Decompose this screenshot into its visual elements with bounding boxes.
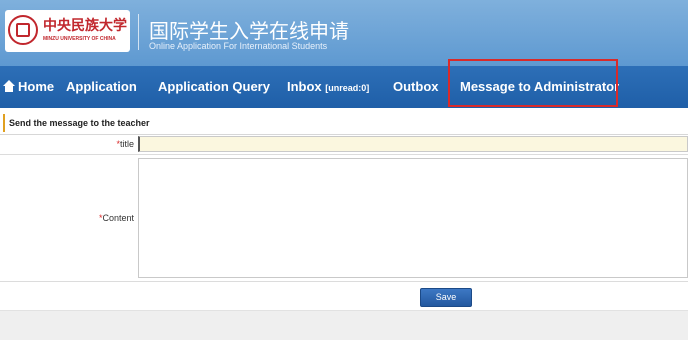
logo-chinese-name: 中央民族大学: [43, 18, 127, 34]
section-title: Send the message to the teacher: [3, 114, 150, 132]
university-seal-icon: [8, 15, 38, 45]
site-header: 中央民族大学 MINZU UNIVERSITY OF CHINA 国际学生入学在…: [0, 0, 688, 66]
nav-selected-highlight: [448, 59, 618, 107]
inbox-unread-count: [unread:0]: [325, 83, 370, 93]
save-button[interactable]: Save: [420, 288, 472, 307]
nav-inbox-label: Inbox: [287, 79, 322, 94]
logo-english-name: MINZU UNIVERSITY OF CHINA: [43, 36, 116, 42]
nav-application[interactable]: Application: [66, 66, 137, 108]
site-title-english: Online Application For International Stu…: [149, 41, 328, 51]
title-label-text: title: [119, 139, 134, 149]
title-label: *title: [60, 139, 134, 149]
nav-home[interactable]: Home: [3, 66, 54, 108]
nav-home-label: Home: [18, 79, 55, 94]
message-form: Send the message to the teacher *title *…: [0, 108, 688, 310]
page-footer: [0, 310, 688, 340]
row-divider: [0, 281, 688, 282]
site-title-chinese: 国际学生入学在线申请: [149, 21, 349, 43]
section-divider: [0, 134, 688, 135]
home-icon: [3, 80, 15, 92]
content-textarea[interactable]: [138, 158, 688, 278]
nav-outbox[interactable]: Outbox: [393, 66, 439, 108]
page: 中央民族大学 MINZU UNIVERSITY OF CHINA 国际学生入学在…: [0, 0, 688, 340]
content-label-text: Content: [102, 213, 134, 223]
title-input[interactable]: [138, 136, 688, 152]
nav-inbox[interactable]: Inbox [unread:0]: [287, 66, 369, 108]
university-logo[interactable]: 中央民族大学 MINZU UNIVERSITY OF CHINA: [5, 10, 130, 52]
row-divider: [0, 154, 688, 155]
nav-application-query[interactable]: Application Query: [158, 66, 270, 108]
header-divider: [138, 14, 139, 50]
content-label: *Content: [60, 213, 134, 223]
